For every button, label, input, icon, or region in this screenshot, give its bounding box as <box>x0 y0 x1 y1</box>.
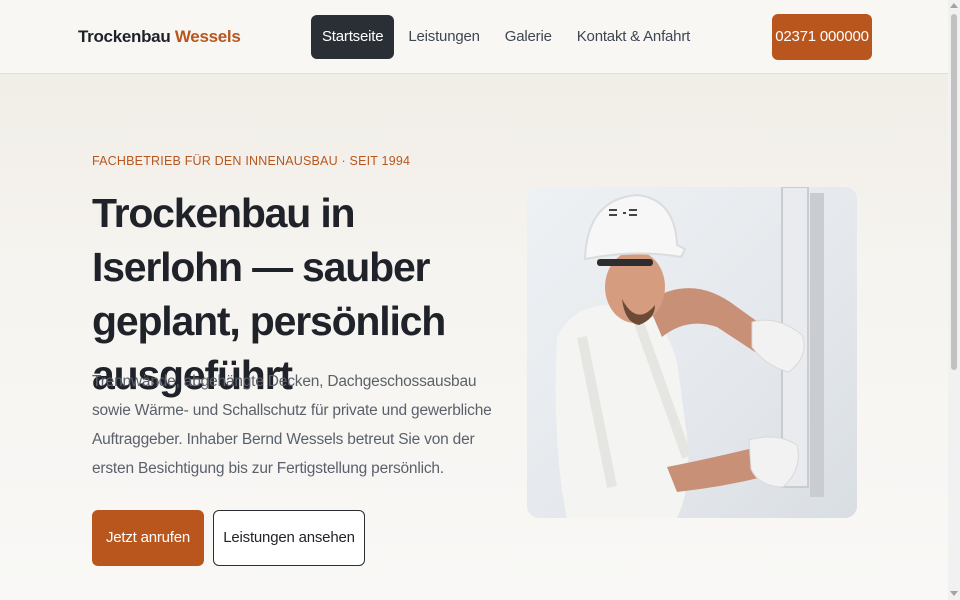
hero-lead-text: Trennwände, abgehängte Decken, Dachgesch… <box>92 373 492 477</box>
nav-item-galerie[interactable]: Galerie <box>494 15 563 59</box>
call-now-button[interactable]: Jetzt anrufen <box>92 510 204 566</box>
worker-plastering-illustration <box>555 187 824 518</box>
nav-item-leistungen[interactable]: Leistungen <box>397 15 490 59</box>
view-services-button[interactable]: Leistungen ansehen <box>213 510 365 566</box>
main-nav: Startseite Leistungen Galerie Kontakt & … <box>311 15 704 59</box>
hero-eyebrow: FACHBETRIEB FÜR DEN INNENAUSBAU · SEIT 1… <box>92 154 411 168</box>
brand-name-accent: Wessels <box>174 27 241 46</box>
page-scrollbar[interactable] <box>948 0 960 600</box>
hero-photo-worker <box>527 187 857 518</box>
nav-item-startseite[interactable]: Startseite <box>311 15 395 59</box>
nav-item-kontakt[interactable]: Kontakt & Anfahrt <box>566 15 701 59</box>
scroll-up-arrow-icon[interactable] <box>950 3 958 8</box>
scroll-thumb[interactable] <box>951 14 957 370</box>
site-header: Trockenbau Wessels Startseite Leistungen… <box>0 0 948 74</box>
page: Trockenbau Wessels Startseite Leistungen… <box>0 0 948 600</box>
brand-logo[interactable]: Trockenbau Wessels <box>78 27 241 47</box>
scroll-down-arrow-icon[interactable] <box>950 591 958 596</box>
brand-name: Trockenbau <box>78 27 171 46</box>
phone-button[interactable]: 02371 000000 <box>772 14 872 60</box>
